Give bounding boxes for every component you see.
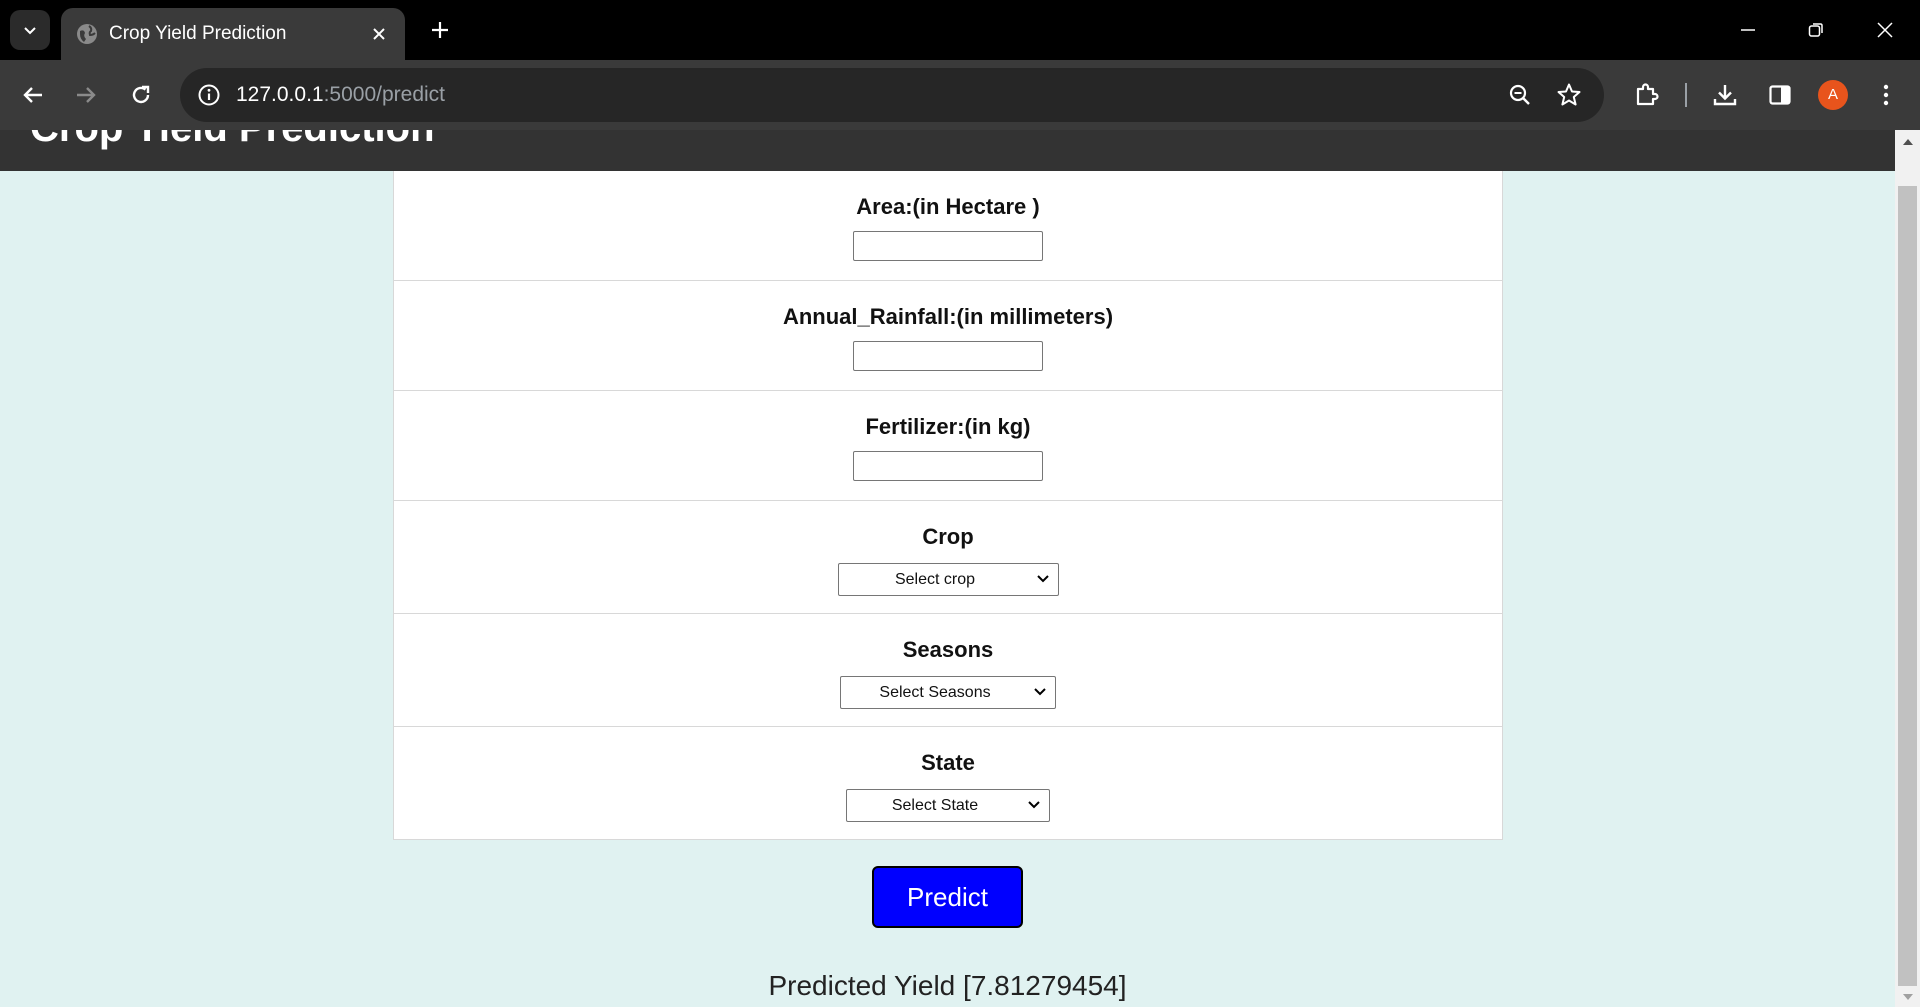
browser-tab-active[interactable]: Crop Yield Prediction [61,8,405,60]
seasons-select-value: Select Seasons [879,684,991,701]
close-icon [1877,22,1893,38]
chevron-down-icon [1034,688,1046,696]
tab-strip: Crop Yield Prediction [0,0,1920,60]
fertilizer-field-row: Fertilizer:(in kg) [393,391,1503,501]
state-label: State [921,750,975,775]
arrow-left-icon [23,87,42,103]
fertilizer-label: Fertilizer:(in kg) [865,414,1031,439]
crop-select-value: Select crop [894,571,976,588]
menu-button[interactable] [1866,75,1906,115]
minimize-icon [1741,29,1755,31]
rainfall-label: Annual_Rainfall:(in millimeters) [782,304,1114,329]
restore-icon [1808,23,1823,37]
seasons-field-row: Seasons Select Seasons [393,614,1503,727]
predict-button[interactable]: Predict [872,866,1023,928]
plus-icon [432,22,448,38]
seasons-select[interactable]: Select Seasons [840,676,1056,709]
tab-title: Crop Yield Prediction [109,23,287,44]
side-panel-icon [1769,85,1791,105]
star-icon [1557,83,1581,106]
chevron-down-icon [1028,801,1040,809]
triangle-down-icon [1902,994,1913,1000]
forward-button[interactable] [66,75,106,115]
url-text: 127.0.0.1:5000/predict [236,81,445,109]
minimize-button[interactable] [1724,10,1772,50]
prediction-form: Area:(in Hectare ) Annual_Rainfall:(in m… [393,171,1503,840]
area-field-row: Area:(in Hectare ) [393,171,1503,281]
crop-select[interactable]: Select crop [837,563,1059,596]
tab-search-button[interactable] [10,10,50,50]
back-button[interactable] [13,75,53,115]
arrow-right-icon [77,87,96,103]
more-vertical-icon [1883,84,1889,106]
side-panel-button[interactable] [1760,75,1800,115]
chevron-down-icon [1036,575,1049,583]
address-bar[interactable]: 127.0.0.1:5000/predict [180,68,1604,122]
crop-label: Crop [922,524,974,549]
globe-icon [77,24,97,44]
scroll-down-button[interactable] [1895,987,1920,1007]
fertilizer-input[interactable] [853,451,1043,481]
site-info-button[interactable] [194,80,224,110]
profile-avatar[interactable]: A [1818,80,1848,110]
puzzle-icon [1636,83,1659,106]
page-title: Crop Yield Prediction [30,130,435,156]
download-icon [1713,85,1737,106]
close-icon [373,28,385,40]
tab-close-button[interactable] [367,22,391,46]
extensions-button[interactable] [1627,75,1667,115]
area-label: Area:(in Hectare ) [856,194,1040,219]
bookmark-button[interactable] [1553,79,1585,111]
seasons-label: Seasons [902,637,994,662]
rainfall-input[interactable] [853,341,1043,371]
page-viewport: Crop Yield Prediction Area:(in Hectare )… [0,130,1895,1007]
url-path: :5000/predict [323,83,446,106]
browser-toolbar: 127.0.0.1:5000/predict A [0,60,1920,190]
page-header: Crop Yield Prediction [0,130,1895,171]
state-field-row: State Select State [393,727,1503,840]
area-input[interactable] [853,231,1043,261]
crop-field-row: Crop Select crop [393,501,1503,614]
state-select-value: Select State [891,797,979,814]
new-tab-button[interactable] [424,14,456,46]
chevron-down-icon [24,27,36,35]
zoom-out-icon [1509,84,1530,105]
reload-button[interactable] [121,75,161,115]
predicted-yield-text: Predicted Yield [7.81279454] [768,970,1127,1001]
rainfall-field-row: Annual_Rainfall:(in millimeters) [393,281,1503,391]
downloads-button[interactable] [1705,75,1745,115]
close-window-button[interactable] [1861,10,1909,50]
reload-icon [132,85,150,104]
state-select[interactable]: Select State [846,789,1050,822]
scroll-up-button[interactable] [1895,130,1920,154]
zoom-button[interactable] [1504,79,1536,111]
restore-button[interactable] [1792,10,1840,50]
triangle-up-icon [1902,139,1913,145]
info-icon [198,84,220,106]
vertical-scrollbar[interactable] [1895,130,1920,1007]
toolbar-separator [1685,83,1687,107]
url-host: 127.0.0.1 [236,83,324,106]
scrollbar-thumb[interactable] [1898,186,1917,986]
